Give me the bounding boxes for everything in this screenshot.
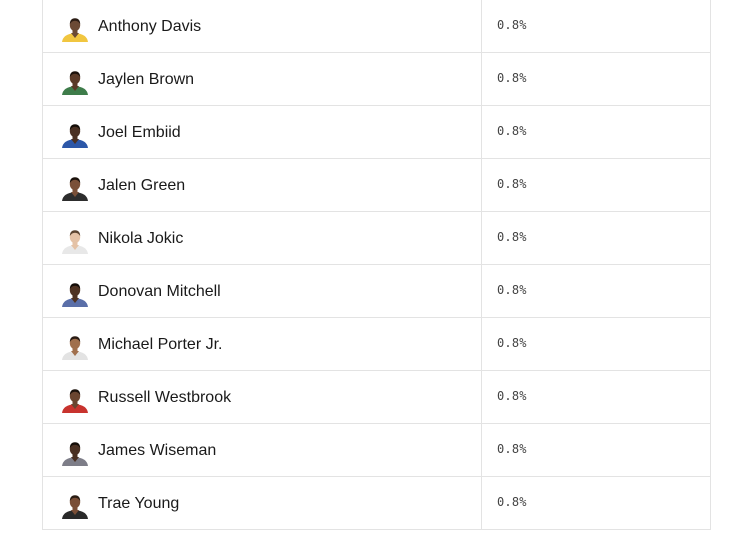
player-name[interactable]: Donovan Mitchell [98,283,221,301]
player-name[interactable]: Anthony Davis [98,18,201,36]
table-row: Joel Embiid 0.8% [43,106,710,159]
table-row: Jalen Green 0.8% [43,159,710,212]
percentage-value: 0.8% [497,283,527,297]
percentage-value: 0.8% [497,18,527,32]
player-name[interactable]: Jaylen Brown [98,71,194,89]
player-headshot-icon [60,440,90,466]
table-row: Trae Young 0.8% [43,477,710,529]
player-headshot-icon [60,493,90,519]
player-cell: Nikola Jokic [43,212,482,264]
player-headshot-icon [60,334,90,360]
player-headshot-icon [60,122,90,148]
percentage-value: 0.8% [497,177,527,191]
player-headshot-icon [60,387,90,413]
percentage-value: 0.8% [497,336,527,350]
player-headshot-icon [60,281,90,307]
player-name[interactable]: Trae Young [98,495,179,513]
player-name[interactable]: Michael Porter Jr. [98,336,222,354]
percentage-value: 0.8% [497,389,527,403]
table-row: James Wiseman 0.8% [43,424,710,477]
percentage-value: 0.8% [497,71,527,85]
player-cell: Michael Porter Jr. [43,318,482,370]
player-headshot-icon [60,16,90,42]
player-name[interactable]: Joel Embiid [98,124,181,142]
player-cell: Jaylen Brown [43,53,482,105]
percentage-value: 0.8% [497,442,527,456]
player-headshot-icon [60,175,90,201]
player-cell: Joel Embiid [43,106,482,158]
percentage-value: 0.8% [497,230,527,244]
player-cell: Donovan Mitchell [43,265,482,317]
percentage-value: 0.8% [497,495,527,509]
percentage-value: 0.8% [497,124,527,138]
table-row: Anthony Davis 0.8% [43,0,710,53]
table-row: Jaylen Brown 0.8% [43,53,710,106]
player-cell: Jalen Green [43,159,482,211]
table-row: Nikola Jokic 0.8% [43,212,710,265]
player-cell: Trae Young [43,477,482,529]
table-row: Donovan Mitchell 0.8% [43,265,710,318]
player-name[interactable]: Russell Westbrook [98,389,231,407]
player-name[interactable]: Jalen Green [98,177,185,195]
players-table: Anthony Davis 0.8% Jaylen Brown 0.8% Joel Em… [42,0,711,530]
player-cell: James Wiseman [43,424,482,476]
player-headshot-icon [60,228,90,254]
table-row: Russell Westbrook 0.8% [43,371,710,424]
table-row: Michael Porter Jr. 0.8% [43,318,710,371]
player-cell: Russell Westbrook [43,371,482,423]
player-name[interactable]: James Wiseman [98,442,216,460]
player-cell: Anthony Davis [43,0,482,52]
player-name[interactable]: Nikola Jokic [98,230,183,248]
player-headshot-icon [60,69,90,95]
